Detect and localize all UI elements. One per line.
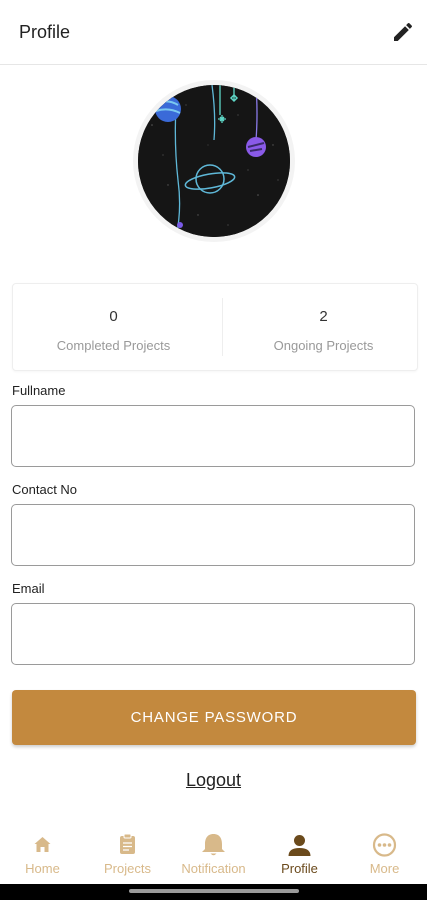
completed-projects-count: 0 — [109, 308, 118, 325]
email-field[interactable] — [11, 603, 415, 665]
nav-more-label: More — [369, 861, 400, 876]
nav-notification[interactable]: Notification — [171, 823, 256, 884]
project-stats-card: 0 Completed Projects 2 Ongoing Projects — [12, 283, 418, 371]
completed-projects-label: Completed Projects — [56, 338, 171, 353]
bottom-nav: Home Projects Notification Profile More — [0, 823, 427, 884]
contact-label: Contact No — [12, 482, 78, 497]
person-icon — [288, 835, 311, 856]
nav-profile[interactable]: Profile — [257, 823, 342, 884]
avatar-image — [138, 85, 290, 237]
clipboard-icon — [120, 833, 135, 854]
nav-more[interactable]: More — [342, 823, 427, 884]
fullname-label: Fullname — [12, 383, 66, 398]
ongoing-projects-stat[interactable]: 2 Ongoing Projects — [223, 284, 424, 370]
top-bar: Profile — [0, 0, 427, 65]
more-icon — [372, 833, 397, 857]
nav-projects-label: Projects — [104, 861, 151, 876]
home-icon — [34, 837, 51, 852]
avatar[interactable] — [133, 80, 295, 242]
completed-projects-stat[interactable]: 0 Completed Projects — [13, 284, 214, 370]
nav-home[interactable]: Home — [0, 823, 85, 884]
nav-notification-label: Notification — [181, 861, 246, 876]
page-title: Profile — [19, 22, 71, 42]
change-password-button[interactable]: CHANGE PASSWORD — [12, 690, 416, 745]
ongoing-projects-label: Ongoing Projects — [273, 338, 374, 353]
logout-link[interactable]: Logout — [0, 770, 427, 791]
edit-profile-button[interactable] — [391, 20, 415, 44]
bell-icon — [202, 834, 225, 856]
nav-home-label: Home — [25, 861, 60, 876]
pencil-icon — [394, 22, 413, 41]
nav-projects[interactable]: Projects — [85, 823, 170, 884]
fullname-field[interactable] — [11, 405, 415, 467]
home-indicator[interactable] — [129, 889, 299, 893]
email-label: Email — [12, 581, 45, 596]
nav-profile-label: Profile — [281, 861, 318, 876]
profile-screen: Profile 0 Completed Projects 2 Ongoing P… — [0, 0, 427, 884]
ongoing-projects-count: 2 — [319, 308, 328, 325]
contact-field[interactable] — [11, 504, 415, 566]
